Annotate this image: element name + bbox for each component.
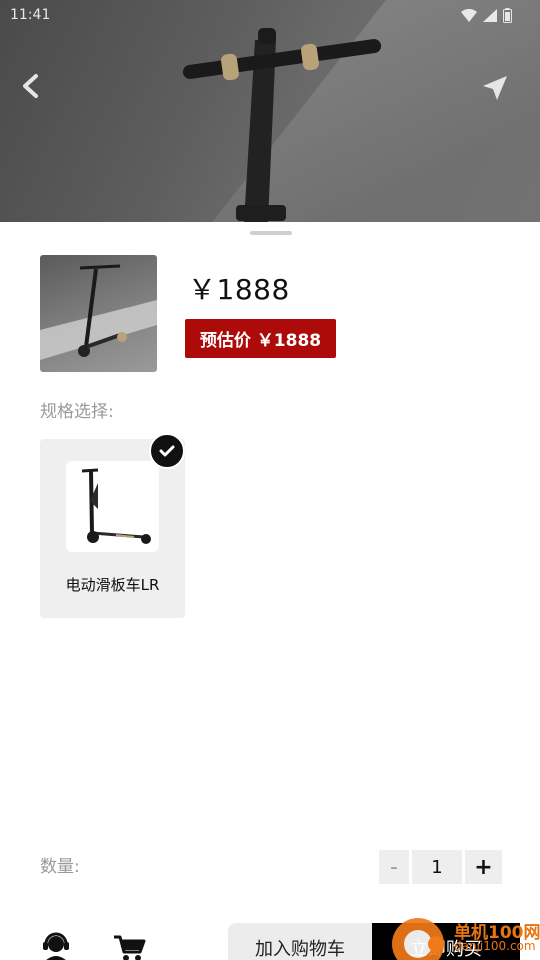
scooter-handlebar-image bbox=[182, 28, 382, 222]
wifi-icon bbox=[461, 8, 477, 22]
signal-icon bbox=[483, 8, 497, 22]
customer-service-button[interactable] bbox=[40, 932, 74, 960]
checkmark-icon bbox=[159, 445, 175, 457]
share-button[interactable] bbox=[478, 70, 512, 106]
product-hero-image: 11:41 bbox=[0, 0, 540, 222]
status-icons bbox=[461, 7, 512, 23]
add-to-cart-button[interactable]: 加入购物车 bbox=[228, 923, 372, 960]
quantity-decrease-button[interactable]: - bbox=[379, 850, 409, 884]
product-price: ￥1888 bbox=[188, 273, 290, 306]
back-button[interactable] bbox=[14, 68, 46, 104]
battery-icon bbox=[503, 7, 512, 23]
scooter-side-image bbox=[81, 468, 151, 544]
back-arrow-icon bbox=[23, 74, 38, 98]
quantity-value[interactable]: 1 bbox=[412, 850, 462, 884]
spec-option-image bbox=[66, 461, 159, 552]
estimated-price-badge: 预估价 ￥1888 bbox=[185, 319, 336, 358]
share-arrow-icon bbox=[483, 76, 507, 100]
spec-section-label: 规格选择: bbox=[40, 402, 114, 422]
quantity-stepper: - 1 + bbox=[379, 850, 502, 884]
shopping-cart-icon bbox=[114, 935, 146, 960]
site-watermark: 单机100网 danji100.com bbox=[392, 912, 540, 960]
status-time: 11:41 bbox=[10, 7, 51, 23]
watermark-url: danji100.com bbox=[454, 939, 536, 953]
spec-selected-badge bbox=[149, 433, 185, 469]
customer-service-icon bbox=[43, 932, 69, 960]
spec-option-name: 电动滑板车LR bbox=[65, 576, 160, 594]
scooter-thumbnail-image bbox=[40, 264, 157, 360]
quantity-increase-button[interactable]: + bbox=[465, 850, 502, 884]
status-bar: 11:41 bbox=[0, 0, 540, 30]
shopping-cart-button[interactable] bbox=[112, 932, 146, 960]
quantity-label: 数量: bbox=[40, 857, 80, 877]
watermark-logo-dot bbox=[428, 936, 444, 952]
sheet-drag-handle[interactable] bbox=[250, 231, 292, 235]
product-thumbnail bbox=[40, 255, 157, 372]
